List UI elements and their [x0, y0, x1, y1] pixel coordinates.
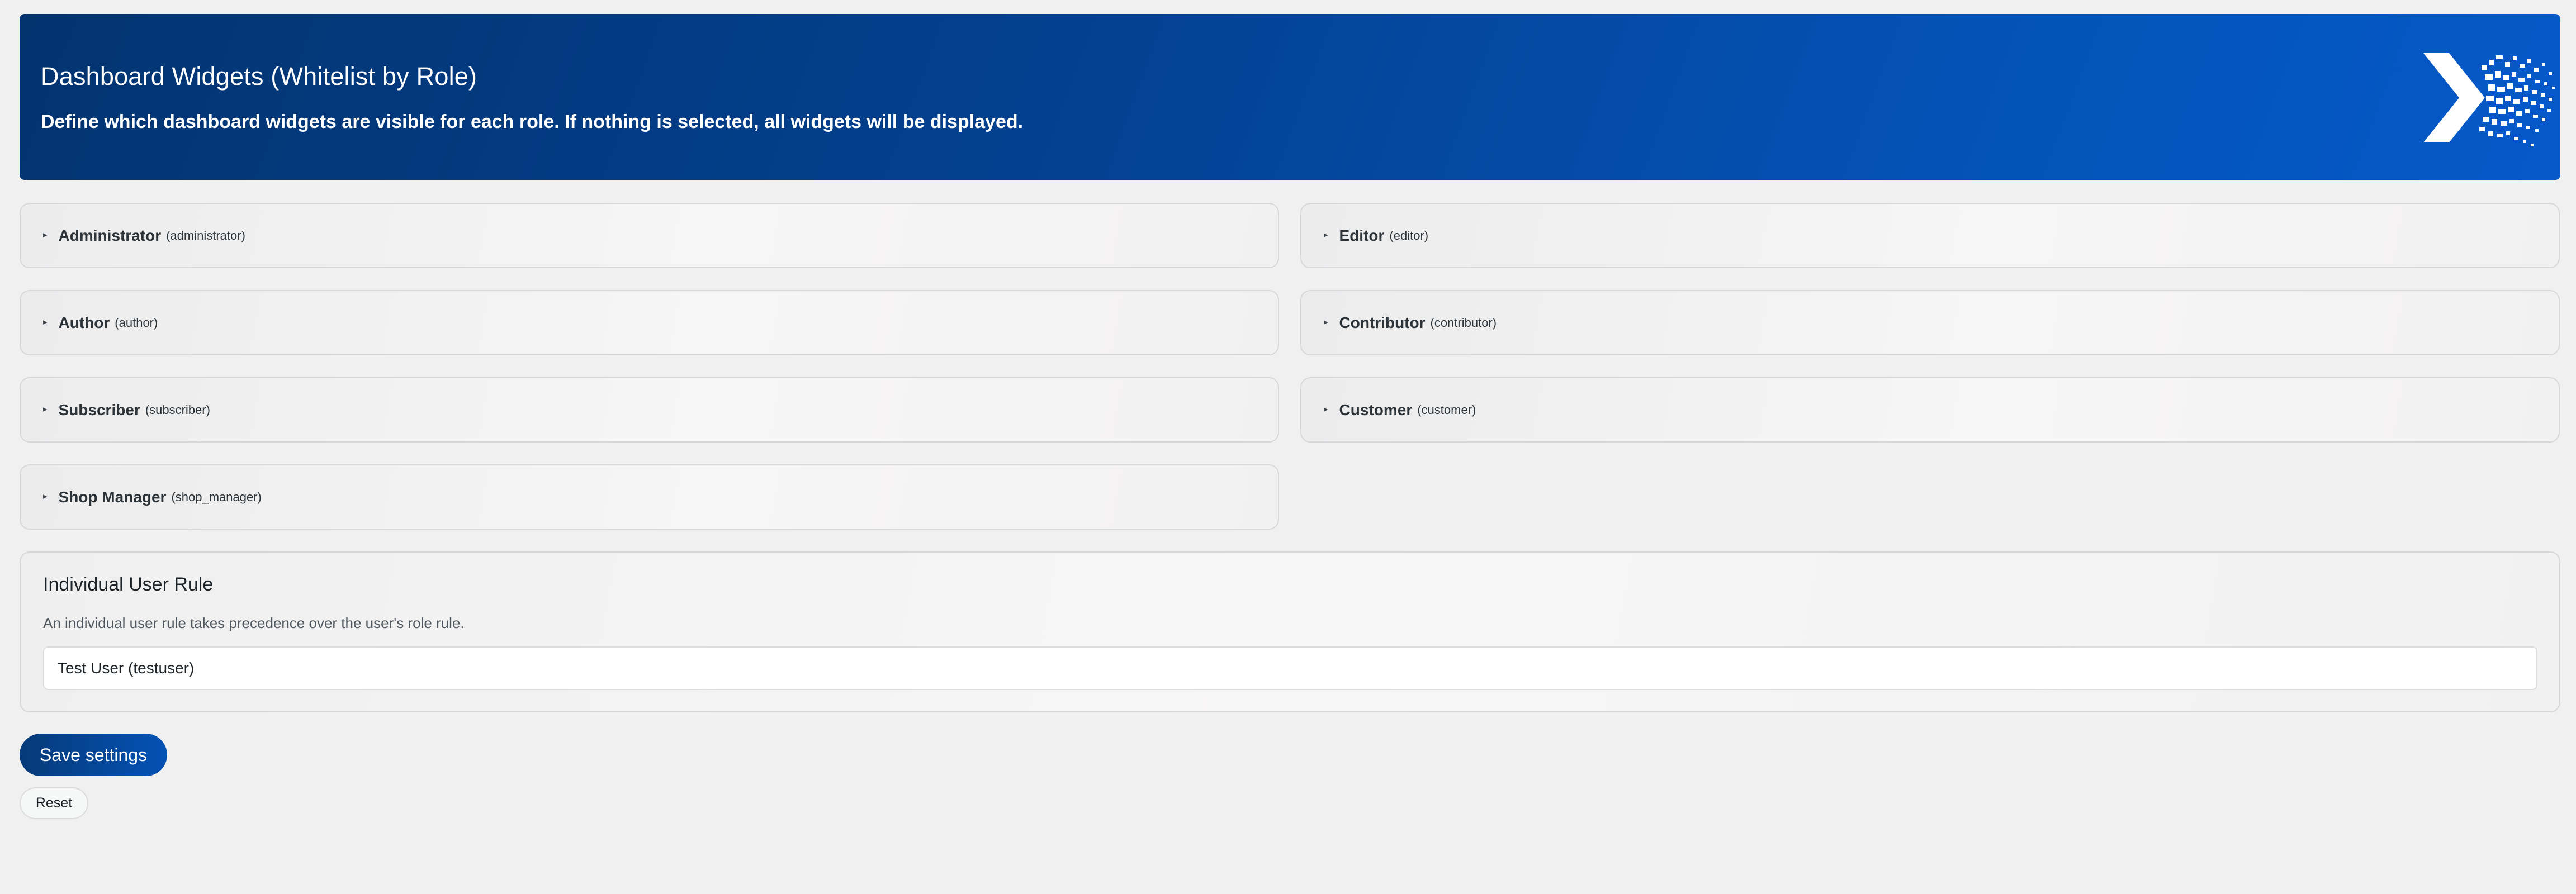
arrow-disintegrate-logo-icon [2423, 53, 2555, 146]
role-name: Customer [1339, 401, 1413, 419]
expand-triangle-icon: ▸ [43, 317, 48, 327]
individual-user-rule-panel: Individual User Rule An individual user … [20, 551, 2560, 712]
expand-triangle-icon: ▸ [43, 404, 48, 414]
user-select-field[interactable]: Test User (testuser) [43, 646, 2537, 690]
role-toggle-contributor[interactable]: ▸ Contributor (contributor) [1300, 290, 2560, 355]
expand-triangle-icon: ▸ [1324, 317, 1328, 327]
expand-triangle-icon: ▸ [1324, 230, 1328, 240]
role-slug: (contributor) [1430, 315, 1497, 330]
role-slug: (administrator) [166, 228, 245, 242]
expand-triangle-icon: ▸ [43, 230, 48, 240]
role-name: Subscriber [58, 401, 140, 419]
reset-button[interactable]: Reset [20, 787, 88, 819]
expand-triangle-icon: ▸ [43, 491, 48, 501]
role-toggle-customer[interactable]: ▸ Customer (customer) [1300, 377, 2560, 443]
role-name: Editor [1339, 226, 1385, 244]
role-toggle-author[interactable]: ▸ Author (author) [20, 290, 1279, 355]
page-subtitle: Define which dashboard widgets are visib… [41, 111, 1024, 132]
role-toggle-administrator[interactable]: ▸ Administrator (administrator) [20, 203, 1279, 268]
role-name: Author [58, 313, 110, 331]
role-slug: (customer) [1417, 402, 1476, 417]
save-settings-button[interactable]: Save settings [20, 734, 167, 776]
page-title: Dashboard Widgets (Whitelist by Role) [41, 62, 477, 91]
role-name: Shop Manager [58, 488, 167, 506]
selected-user-value: Test User (testuser) [58, 659, 195, 677]
role-slug: (author) [115, 315, 158, 330]
role-name: Contributor [1339, 313, 1426, 331]
role-toggle-shop-manager[interactable]: ▸ Shop Manager (shop_manager) [20, 464, 1279, 530]
role-slug: (shop_manager) [171, 489, 262, 504]
role-toggle-editor[interactable]: ▸ Editor (editor) [1300, 203, 2560, 268]
header-banner: Dashboard Widgets (Whitelist by Role) De… [20, 14, 2560, 180]
expand-triangle-icon: ▸ [1324, 404, 1328, 414]
role-slug: (editor) [1389, 228, 1429, 242]
role-toggle-subscriber[interactable]: ▸ Subscriber (subscriber) [20, 377, 1279, 443]
role-slug: (subscriber) [145, 402, 210, 417]
role-name: Administrator [58, 226, 162, 244]
user-rule-description: An individual user rule takes precedence… [43, 615, 465, 631]
user-rule-title: Individual User Rule [43, 574, 214, 595]
